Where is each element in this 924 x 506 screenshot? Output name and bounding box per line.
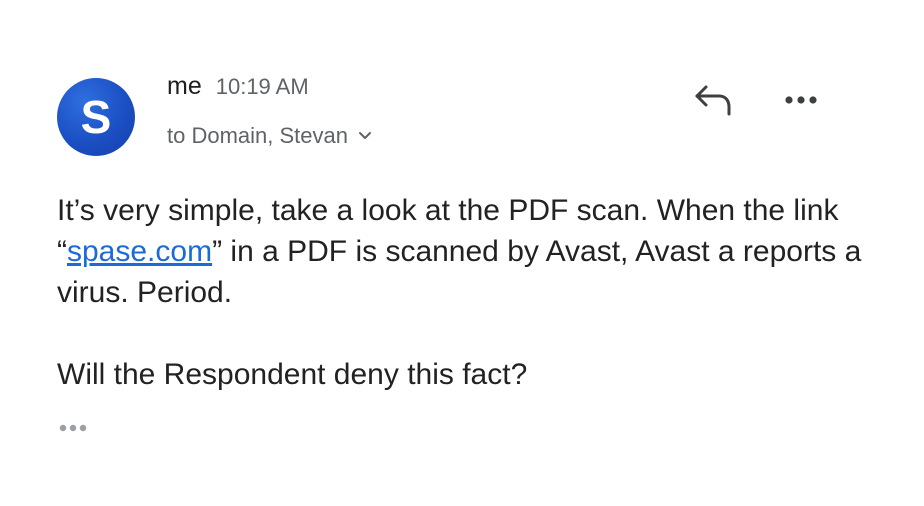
chevron-down-icon <box>358 132 371 139</box>
show-trimmed-content-button[interactable] <box>57 418 97 438</box>
body-paragraph: It’s very simple, take a look at the PDF… <box>57 190 887 313</box>
more-options-button[interactable] <box>779 86 823 114</box>
more-horizontal-icon <box>785 96 817 104</box>
recipients-text: to Domain, Stevan <box>167 123 348 148</box>
sender-name[interactable]: me <box>167 72 202 101</box>
recipients-toggle[interactable]: to Domain, Stevan <box>167 120 372 152</box>
body-link[interactable]: spase.com <box>67 235 212 268</box>
sent-time: 10:19 AM <box>215 74 309 99</box>
ellipsis-icon <box>59 424 87 432</box>
email-message: S me 10:19 AM to Domain, Stevan It’s ver… <box>0 0 924 506</box>
message-body: It’s very simple, take a look at the PDF… <box>57 190 887 395</box>
avatar-letter: S <box>80 91 112 143</box>
sender-line: me 10:19 AM <box>167 72 309 108</box>
avatar[interactable]: S <box>57 78 135 156</box>
reply-button[interactable] <box>692 82 736 118</box>
reply-arrow-icon <box>695 85 731 116</box>
body-paragraph-2: Will the Respondent deny this fact? <box>57 358 528 391</box>
